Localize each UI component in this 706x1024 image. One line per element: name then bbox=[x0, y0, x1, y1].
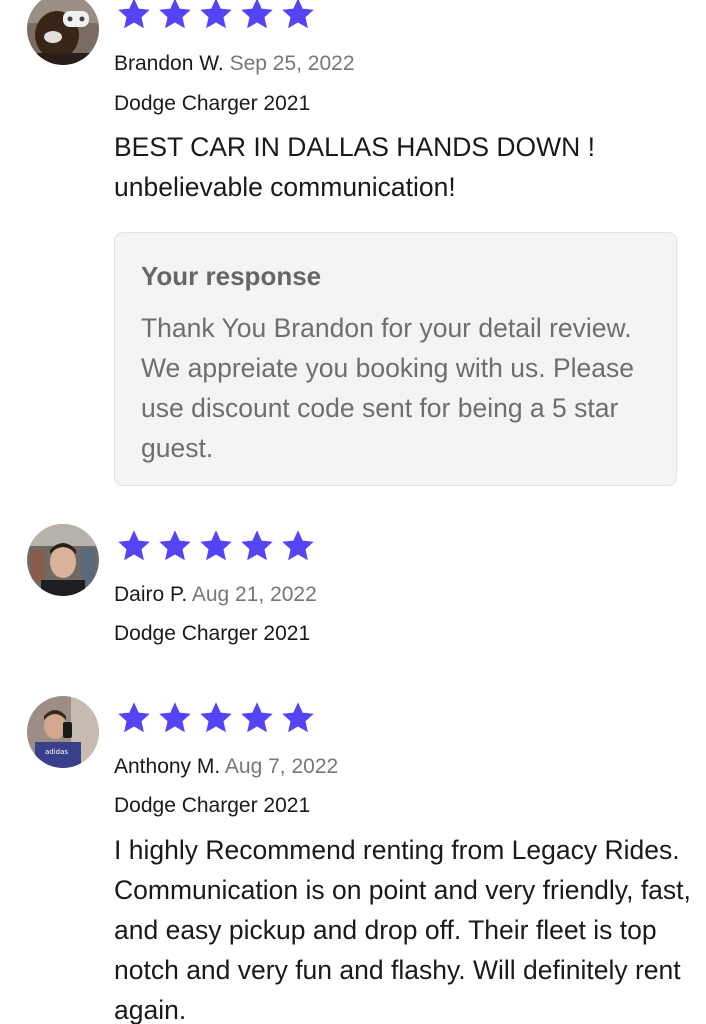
star-rating bbox=[116, 528, 316, 564]
star-icon bbox=[118, 0, 150, 29]
review-meta: Brandon W. Sep 25, 2022 bbox=[114, 51, 355, 77]
star-rating bbox=[116, 0, 316, 32]
star-icon bbox=[159, 702, 191, 733]
star-icon bbox=[200, 702, 232, 733]
review-meta: Dairo P. Aug 21, 2022 bbox=[114, 582, 317, 608]
star-icon bbox=[241, 530, 273, 561]
star-icon bbox=[282, 702, 314, 733]
reviewer-avatar[interactable] bbox=[27, 524, 99, 596]
svg-text:adidas: adidas bbox=[45, 748, 68, 756]
star-icon bbox=[118, 702, 150, 733]
review-text: BEST CAR IN DALLAS HANDS DOWN ! unbeliev… bbox=[114, 132, 596, 202]
star-icon bbox=[282, 0, 314, 29]
star-icon bbox=[159, 530, 191, 561]
star-icon bbox=[241, 702, 273, 733]
reviews-page: Brandon W. Sep 25, 2022 Dodge Charger 20… bbox=[0, 0, 706, 1024]
reviewer-name[interactable]: Brandon W. bbox=[114, 52, 224, 75]
star-icon bbox=[118, 530, 150, 561]
review-date: Sep 25, 2022 bbox=[229, 52, 355, 75]
star-icon bbox=[241, 0, 273, 29]
review-text: I highly Recommend renting from Legacy R… bbox=[114, 835, 691, 1024]
response-text: Thank You Brandon for your detail review… bbox=[141, 313, 635, 463]
vehicle-name[interactable]: Dodge Charger 2021 bbox=[114, 793, 310, 819]
star-rating bbox=[116, 700, 316, 736]
vehicle-name[interactable]: Dodge Charger 2021 bbox=[114, 91, 310, 117]
review-date: Aug 7, 2022 bbox=[224, 755, 339, 778]
review-meta: Anthony M. Aug 7, 2022 bbox=[114, 754, 338, 780]
reviewer-name[interactable]: Anthony M. bbox=[114, 755, 220, 778]
star-icon bbox=[282, 530, 314, 561]
reviewer-name[interactable]: Dairo P. bbox=[114, 583, 187, 606]
star-icon bbox=[200, 0, 232, 29]
response-title: Your response bbox=[141, 261, 322, 291]
star-icon bbox=[200, 530, 232, 561]
reviewer-avatar[interactable]: adidas bbox=[27, 696, 99, 768]
vehicle-name[interactable]: Dodge Charger 2021 bbox=[114, 621, 310, 647]
host-response: Your response Thank You Brandon for your… bbox=[114, 232, 677, 486]
reviewer-avatar[interactable] bbox=[27, 0, 99, 65]
review-date: Aug 21, 2022 bbox=[191, 583, 317, 606]
star-icon bbox=[159, 0, 191, 29]
